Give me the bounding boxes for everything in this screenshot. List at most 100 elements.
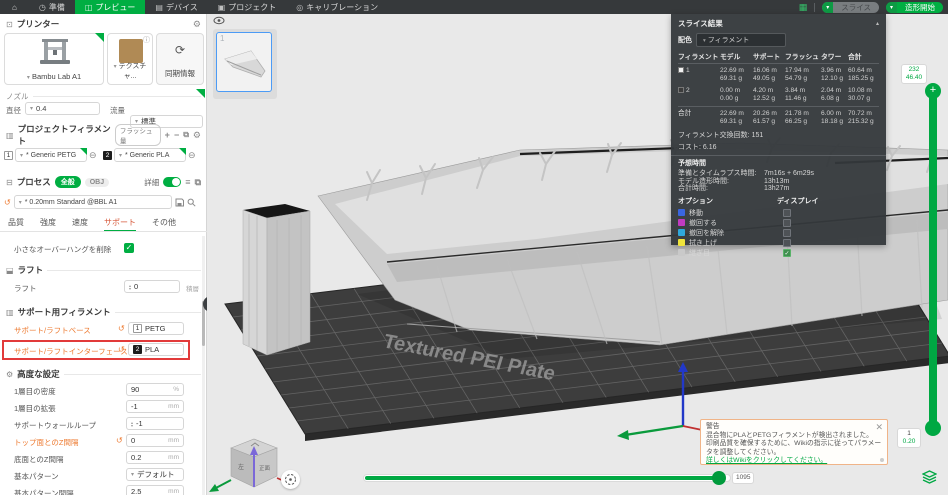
tab-prepare[interactable]: ◷ 準備 [29,0,75,14]
param-reset-icon[interactable]: ↺ [116,436,123,445]
thumbnail-plate-number: 1 [220,34,225,43]
advanced-icon: ⚙ [6,369,14,379]
remove-filament-icon[interactable]: − [174,130,179,140]
nozzle-diameter-label: 直径 [6,106,21,115]
printer-name[interactable]: ▾ Bambu Lab A1 [5,72,103,81]
info-icon[interactable]: ⓘ [143,35,150,45]
layer-slider-top-tooltip: 232 46.40 [901,64,927,84]
param-input[interactable]: 90% [126,383,184,396]
advanced-toggle[interactable] [163,177,182,187]
plate-type[interactable]: ▾ テクスチャ... [108,61,152,81]
unretract-checkbox[interactable] [783,228,791,237]
focus-plate-button[interactable] [281,470,300,489]
preview-icon: ◫ [84,2,93,12]
time-row: 準備とタイムラプス時間: 7m16s + 6m29s [678,170,814,177]
raft-unit: 積層 [186,286,199,293]
printer-gear-icon[interactable]: ⚙ [193,19,201,30]
warning-wiki-link[interactable]: 詳しくはWikiをクリックしてください。 [706,457,827,464]
display-header: ディスプレイ [777,197,819,205]
color-scheme-select[interactable]: ▾ フィラメント [696,33,786,47]
filament-gear-icon[interactable]: ⚙ [193,130,201,141]
printer-header-label: プリンター [16,19,60,29]
param-input[interactable]: 2.5 mm [126,485,184,495]
filament-2-select[interactable]: ▾ * Generic PLA [114,148,186,162]
filament-change-count: フィラメント交換回数: 151 [678,132,764,139]
layers-icon[interactable] [922,470,937,484]
tab-preview[interactable]: ◫ プレビュー [74,0,146,14]
tab-speed[interactable]: 速度 [72,217,88,232]
search-icon[interactable] [187,198,196,207]
warning-line2: 印刷品質を確保するために、Wikiの指示に従ってパラメータを調整してください。 [706,440,882,456]
add-filament-icon[interactable]: + [165,130,170,140]
move-slider-track[interactable] [363,474,731,482]
slice-table-row: 2 0.00 m 0.00 g 4.20 m 12.52 g 3.84 m 11.46… [671,83,886,103]
home-button[interactable]: ⌂ [0,0,29,14]
param-input[interactable]: -1 mm [126,400,184,413]
filament-1-select[interactable]: ▾ * Generic PETG [15,148,87,162]
scope-obj-pill[interactable]: OBJ [84,177,110,187]
save-icon[interactable] [175,198,184,207]
sync-label: 同期情報 [165,69,195,78]
layer-range-slider[interactable] [929,92,937,428]
ams-sync-icon[interactable]: ⧉ [183,130,189,140]
tab-project[interactable]: ▣ プロジェクト [208,0,287,14]
layer-slider-top-handle[interactable]: + [925,83,941,99]
plate-card[interactable]: ⓘ ▾ テクスチャ... [107,33,153,85]
prime-tower[interactable] [242,204,311,356]
sidebar-scrollbar[interactable] [202,236,205,495]
tab-calibration[interactable]: ◎ キャリブレーション [286,0,388,14]
print-dropdown-icon[interactable]: ▾ [886,1,897,13]
tab-others[interactable]: その他 [152,217,176,232]
retract-checkbox[interactable] [783,218,791,227]
slice-dropdown-icon[interactable]: ▾ [822,1,834,13]
flush-volume-button[interactable]: フラッシュ量 [114,124,161,146]
nozzle-diameter-select[interactable]: ▾ 0.4 [25,102,100,115]
print-button[interactable]: ▾ 造形開始 [886,1,943,13]
raft-section-header: ⬓ ラフト [0,262,207,278]
param-stepper[interactable]: ▴ ▾ -1 [126,417,184,430]
option-row-retract: 撤回する [671,218,886,228]
raft-stepper[interactable]: ▴ ▾ 0 [124,280,180,293]
tab-strength[interactable]: 強度 [40,217,56,232]
wipe-checkbox[interactable] [783,238,791,247]
seam-checkbox[interactable]: ✓ [783,248,791,257]
list-icon[interactable]: ≡ [185,177,190,187]
raft-icon: ⬓ [6,265,14,275]
compare-icon[interactable]: ⧉ [195,177,201,188]
warning-close-icon[interactable]: ✕ [875,423,883,432]
tab-support[interactable]: サポート [104,217,136,232]
support-base-reset-icon[interactable]: ↺ [118,324,125,333]
filament-1-color-swatch [678,67,684,73]
plate-thumbnail[interactable]: 1 [216,32,272,92]
preset-select[interactable]: ▾ * 0.20mm Standard @BBL A1 [13,195,172,209]
reset-icon[interactable]: ↺ [4,198,11,207]
filament-header-label: プロジェクトフィラメント [17,124,111,146]
eye-icon[interactable] [213,16,225,25]
color-scheme-row: 配色 ▾ フィラメント [671,32,886,51]
move-slider-handle[interactable] [712,471,726,485]
option-row-seam: 継ぎ目 ✓ [671,248,886,258]
color-scheme-label: 配色 [678,37,692,44]
filament-2-color-swatch [678,87,684,93]
tab-quality[interactable]: 品質 [8,217,24,232]
printer-card[interactable]: ▾ Bambu Lab A1 [4,33,104,85]
process-icon: ⊟ [6,177,13,187]
tab-device[interactable]: ▤ デバイス [145,0,207,14]
prepare-icon: ◷ [38,2,46,12]
support-base-select[interactable]: 1 PETG [128,322,184,335]
plate-settings-icon[interactable]: ▦ [799,2,808,13]
travel-checkbox[interactable] [783,208,791,217]
layer-slider-bottom-handle[interactable] [925,420,941,436]
small-overhang-checkbox[interactable]: ✓ [124,243,134,253]
slice-button[interactable]: ▾ スライス [822,1,879,13]
sync-button[interactable]: ⟳ 同期情報 [156,33,204,85]
collapse-icon[interactable]: ▴ [876,20,879,27]
filament-2-remove-icon[interactable]: ⊖ [188,150,196,161]
filament-1-remove-icon[interactable]: ⊖ [89,150,97,161]
param-select[interactable]: ▾ デフォルト [126,468,184,481]
param-input[interactable]: 0.2 mm [126,451,184,464]
filament-section-header: ▥ プロジェクトフィラメント フラッシュ量 + − ⧉ ⚙ [0,124,207,146]
param-input[interactable]: 0 mm [126,434,184,447]
retract-color-swatch [678,219,685,226]
scope-global-pill[interactable]: 全般 [54,176,81,188]
